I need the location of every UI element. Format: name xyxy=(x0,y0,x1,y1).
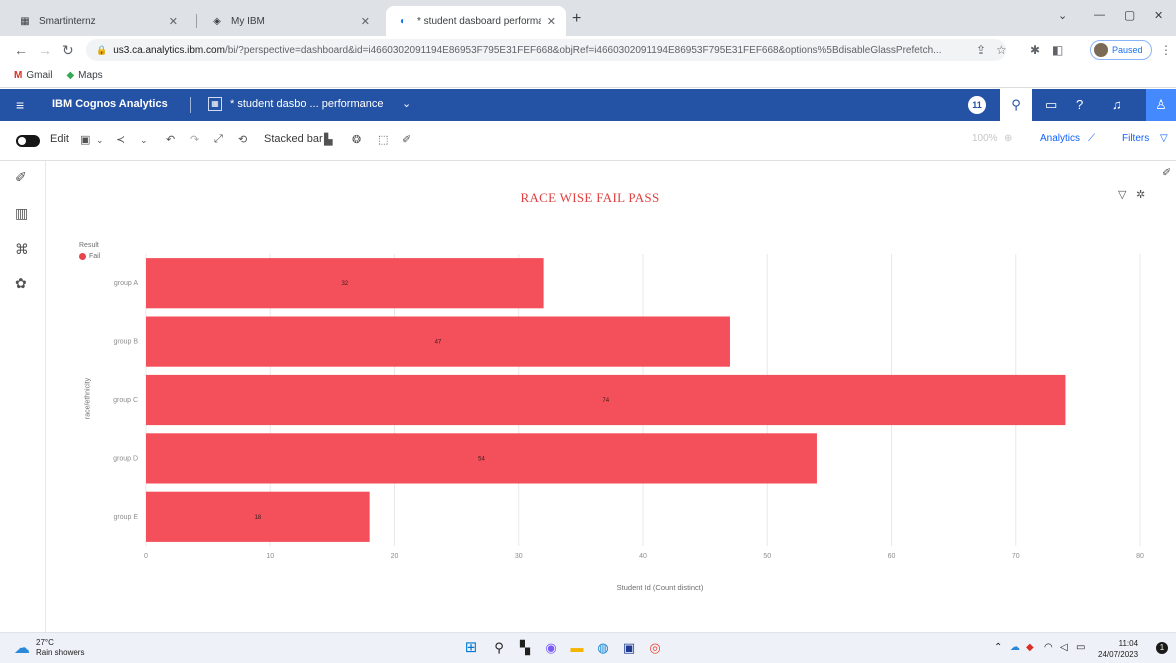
data-label: 54 xyxy=(478,456,485,462)
x-tick-label: 70 xyxy=(1012,553,1020,560)
temperature: 27°C xyxy=(36,638,54,647)
rain-cloud-icon: ☁ xyxy=(14,640,30,657)
time: 11:04 xyxy=(1118,639,1139,648)
y-tick-label: group B xyxy=(113,339,138,346)
windows-taskbar: ☁ 27°C Rain showers ⊞ ⚲ ▚ ◉ ▬ ◍ ▣ ◎ ⌃ ☁ … xyxy=(0,632,1176,663)
x-tick-label: 40 xyxy=(639,553,647,560)
bar-chart: 0 10 20 30 40 50 60 70 80 32 group A 47 group B 74 gro… xyxy=(113,254,1144,560)
data-label: 18 xyxy=(254,515,261,521)
volume-icon[interactable]: ◁ xyxy=(1060,642,1068,653)
security-icon[interactable]: ◆ xyxy=(1026,642,1034,653)
edge-icon[interactable]: ◍ xyxy=(594,639,612,657)
data-label: 47 xyxy=(435,340,442,346)
y-axis-label: race/ethnicity xyxy=(84,377,92,420)
battery-icon[interactable]: ▭ xyxy=(1076,642,1085,653)
start-icon[interactable]: ⊞ xyxy=(462,639,480,657)
x-axis-label: Student Id (Count distinct) xyxy=(616,583,704,592)
weather-widget[interactable]: ☁ 27°C Rain showers xyxy=(14,638,84,658)
chrome-icon[interactable]: ◎ xyxy=(646,639,664,657)
task-view-icon[interactable]: ▚ xyxy=(516,639,534,657)
date: 24/07/2023 xyxy=(1098,650,1139,659)
file-explorer-icon[interactable]: ▬ xyxy=(568,639,586,657)
chat-icon[interactable]: ◉ xyxy=(542,639,560,657)
y-tick-label: group C xyxy=(113,397,138,404)
search-icon[interactable]: ⚲ xyxy=(490,639,508,657)
x-tick-label: 50 xyxy=(763,553,771,560)
weather-text: Rain showers xyxy=(36,648,85,657)
x-tick-label: 10 xyxy=(266,553,274,560)
wifi-icon[interactable]: ◠ xyxy=(1044,642,1053,653)
clock[interactable]: 11:04 24/07/2023 xyxy=(1098,638,1138,660)
x-tick-label: 30 xyxy=(515,553,523,560)
x-tick-label: 20 xyxy=(391,553,399,560)
y-tick-label: group E xyxy=(113,514,138,521)
x-tick-label: 80 xyxy=(1136,553,1144,560)
x-tick-label: 60 xyxy=(888,553,896,560)
chevron-up-icon[interactable]: ⌃ xyxy=(994,642,1002,653)
notification-icon[interactable]: 1 xyxy=(1156,642,1168,654)
y-tick-label: group A xyxy=(114,280,138,287)
x-tick-label: 0 xyxy=(144,553,148,560)
data-label: 74 xyxy=(602,398,609,404)
store-icon[interactable]: ▣ xyxy=(620,639,638,657)
onedrive-icon[interactable]: ☁ xyxy=(1010,642,1020,653)
screen: ▦ Smartinternz ✕ ◈ My IBM ✕ ◐ * student … xyxy=(0,0,1176,663)
y-tick-label: group D xyxy=(113,455,138,462)
data-label: 32 xyxy=(341,281,348,287)
